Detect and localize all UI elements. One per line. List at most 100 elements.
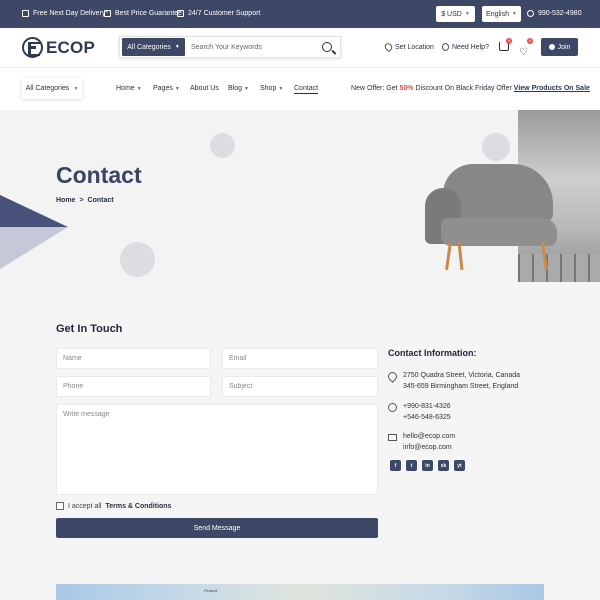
email-field[interactable]: Email [222,348,378,369]
search-input[interactable]: Search Your Keywords [191,44,322,51]
feature-label: 24/7 Customer Support [188,10,261,17]
chevron-down-icon: ▼ [136,85,142,92]
page-title: Contact [56,162,142,188]
feature-label: Best Price Guarantee [115,10,182,17]
name-field[interactable]: Name [56,348,211,369]
phone-icon [388,403,397,412]
chevron-down-icon: ▼ [464,11,470,17]
linkedin-icon[interactable]: in [422,460,433,471]
offer-prefix: New Offer: Get [351,85,398,92]
cart-icon[interactable]: 0 [499,38,512,51]
wishlist-button[interactable]: ♡ 0 [519,38,533,58]
language-select[interactable]: English ▼ [482,6,521,22]
location-map[interactable]: Finland [56,584,544,600]
chevron-down-icon: ▼ [512,11,517,17]
offer-text: Discount On Black Friday Offer [415,85,512,92]
breadcrumb-home[interactable]: Home [56,197,75,204]
nav-item-contact[interactable]: Contact [294,85,319,94]
currency-value: $ USD [441,10,462,18]
user-icon [548,44,555,50]
accept-label: I accept all [68,502,102,510]
set-location-link[interactable]: Set Location [383,41,434,53]
subject-field[interactable]: Subject [222,376,378,397]
nav-label: About Us [190,85,219,92]
top-bar: Free Next Day Delivery* Best Price Guara… [0,0,600,28]
address-info: 2750 Quadra Street, Victoria, Canada 345… [386,370,521,392]
category-value: All Categories [127,43,171,51]
phone-number: 990-532-4980 [538,10,582,17]
logo-text: ECOP [46,37,95,57]
sofa-leg [457,241,464,271]
nav-label: Home [116,85,135,92]
headset-icon [177,10,184,17]
free-delivery-feature: Free Next Day Delivery* [22,10,108,17]
terms-checkbox[interactable] [56,502,64,510]
facebook-icon[interactable]: f [390,460,401,471]
decor-circle [482,133,510,161]
mail-icon [388,434,397,441]
chevron-down-icon: ▼ [174,85,180,92]
nav-item-about[interactable]: About Us [190,85,219,92]
search-category-select[interactable]: All Categories ▼ [122,38,185,56]
decor-circle [120,242,155,277]
terms-link[interactable]: Terms & Conditions [105,503,171,510]
sofa-image [425,164,565,274]
page-hero: Contact Home > Contact [0,110,600,282]
address-line: 345-659 Birmingham Street, England [403,383,519,390]
skype-icon[interactable]: sk [438,460,449,471]
map-label: Finland [204,588,218,593]
best-price-feature: Best Price Guarantee [104,10,182,17]
logo-mark-icon [22,37,43,58]
offer-banner: New Offer: Get 50% Discount On Black Fri… [351,85,590,92]
all-categories-label: All Categories [25,85,70,92]
nav-item-home[interactable]: Home ▼ [116,85,142,92]
nav-item-blog[interactable]: Blog ▼ [228,85,249,92]
all-categories-dropdown[interactable]: All Categories ▼ [22,78,82,99]
chevron-down-icon: ▼ [174,44,180,50]
breadcrumb-separator: > [79,197,84,204]
offer-percent: 50% [399,85,414,92]
view-products-link[interactable]: View Products On Sale [514,85,590,92]
youtube-icon[interactable]: yt [454,460,465,471]
nav-label: Pages [153,85,173,92]
need-help-link[interactable]: Need Help? [442,43,489,51]
twitter-icon[interactable]: t [406,460,417,471]
terms-checkbox-row[interactable]: I accept all Terms & Conditions [56,502,171,510]
send-message-button[interactable]: Send Message [56,518,378,538]
location-pin-icon [386,370,399,383]
sofa-leg [541,241,548,271]
topbar-phone[interactable]: 990-532-4980 [527,10,582,17]
support-feature: 24/7 Customer Support [177,10,260,17]
logo[interactable]: ECOP [22,37,95,58]
help-icon [442,43,449,51]
social-links: f t in sk yt [390,460,465,471]
nav-label: Shop [260,85,277,92]
contact-info-heading: Contact Information: [388,348,477,358]
search-icon[interactable] [322,42,332,52]
truck-icon [22,10,29,17]
sofa-leg [445,241,452,271]
phone-line[interactable]: +990-831-4326 [403,401,451,412]
nav-label: Contact [294,85,319,92]
nav-item-pages[interactable]: Pages ▼ [153,85,180,92]
main-nav: All Categories ▼ Home ▼ Pages ▼ About Us B… [0,69,600,109]
heart-icon: ♡ [519,47,528,58]
chevron-down-icon: ▼ [278,85,284,92]
phone-info: +990-831-4326 +546-548-6325 [388,401,451,423]
phone-field[interactable]: Phone [56,376,211,397]
join-button[interactable]: Join [541,38,578,56]
email-line[interactable]: hello@ecop.com [403,431,455,442]
language-value: English [486,10,509,18]
message-textarea[interactable]: Write message [56,404,378,495]
join-label: Join [557,43,571,51]
phone-line[interactable]: +546-548-6325 [403,412,451,423]
email-info: hello@ecop.com info@ecop.com [388,431,455,453]
nav-item-shop[interactable]: Shop ▼ [260,85,283,92]
cart-count-badge: 0 [506,38,512,44]
location-pin-icon [383,41,394,53]
email-line[interactable]: info@ecop.com [403,442,455,453]
form-heading: Get In Touch [56,323,123,335]
address-line: 2750 Quadra Street, Victoria, Canada [403,372,521,379]
currency-select[interactable]: $ USD ▼ [436,6,475,22]
search-bar: All Categories ▼ Search Your Keywords [119,36,341,58]
